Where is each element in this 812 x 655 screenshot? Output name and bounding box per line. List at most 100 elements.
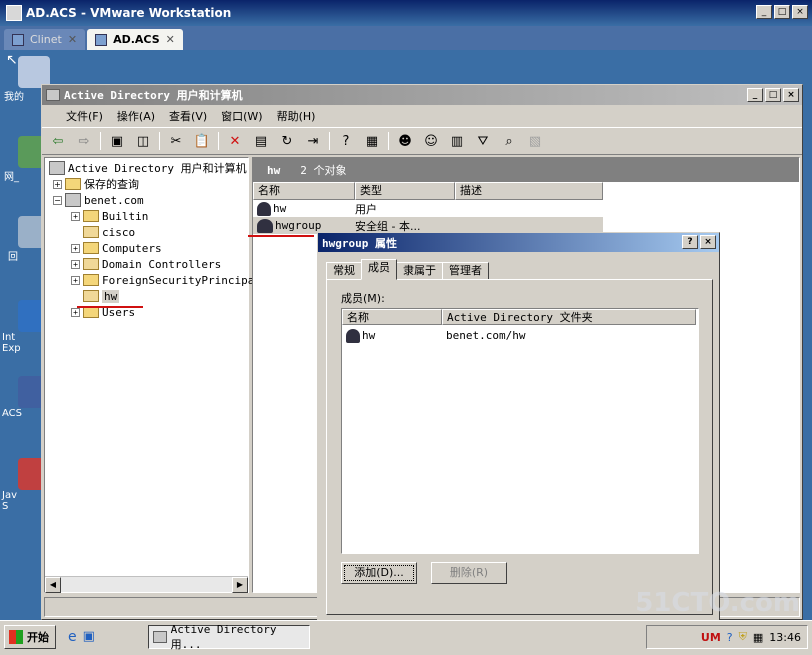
back-arrow-icon[interactable]: ⇦ — [48, 131, 68, 151]
tree-item-cisco[interactable]: cisco — [83, 224, 135, 240]
tree-label: benet.com — [84, 193, 144, 207]
show-desktop-icon[interactable]: ▣ — [83, 629, 95, 645]
help-tray-icon[interactable]: ? — [727, 631, 733, 644]
column-header-description[interactable]: 描述 — [455, 182, 603, 200]
expand-icon[interactable]: + — [71, 211, 80, 221]
menu-view[interactable]: 查看(V) — [169, 108, 207, 124]
console-tree-icon[interactable]: ▦ — [362, 131, 382, 151]
close-icon[interactable]: ✕ — [166, 33, 175, 46]
expand-icon[interactable]: + — [71, 275, 80, 285]
ad-users-icon — [46, 89, 60, 101]
um-tray-icon[interactable]: UM — [701, 631, 721, 644]
new-group-icon[interactable]: ☺ — [421, 131, 441, 151]
properties-icon[interactable]: ▤ — [251, 131, 271, 151]
forward-arrow-icon[interactable]: ⇨ — [74, 131, 94, 151]
cut-icon[interactable]: ✂ — [166, 131, 186, 151]
expand-icon[interactable]: + — [71, 307, 80, 317]
taskbar-item-ad-users[interactable]: Active Directory 用... — [148, 623, 310, 651]
expand-icon[interactable]: + — [71, 259, 80, 269]
tab-ad-acs[interactable]: AD.ACS ✕ — [87, 29, 183, 50]
folder-icon — [65, 178, 81, 190]
menu-file[interactable]: 文件(F) — [66, 108, 103, 124]
tab-member-of[interactable]: 隶属于 — [396, 262, 443, 280]
menu-help[interactable]: 帮助(H) — [277, 108, 316, 124]
ad-users-icon — [153, 631, 167, 643]
up-folder-icon[interactable]: ▣ — [107, 131, 127, 151]
folder-icon — [83, 210, 99, 222]
show-tree-icon[interactable]: ◫ — [133, 131, 153, 151]
maximize-button[interactable]: □ — [765, 88, 781, 102]
members-list[interactable]: 名称 Active Directory 文件夹 hw benet.com/hw — [341, 308, 699, 554]
tree-item-hw[interactable]: hw — [83, 288, 120, 304]
vm-icon — [95, 33, 108, 46]
close-button[interactable]: × — [792, 5, 808, 19]
tree-root[interactable]: Active Directory 用户和计算机 — [49, 160, 247, 176]
tree-label: 保存的查询 — [84, 178, 139, 191]
paste-icon[interactable]: 📋 — [192, 131, 212, 151]
tree-horizontal-scrollbar[interactable]: ◀ ▶ — [45, 576, 248, 593]
security-tray-icon[interactable]: ⛨ — [739, 630, 747, 644]
tree-item-builtin[interactable]: + Builtin — [71, 208, 148, 224]
toolbar-separator — [100, 132, 101, 150]
tree-label: Computers — [102, 241, 162, 255]
delete-icon[interactable]: ✕ — [225, 131, 245, 151]
add-button[interactable]: 添加(D)... — [341, 562, 417, 584]
expand-icon[interactable]: + — [53, 179, 62, 189]
export-list-icon[interactable]: ⇥ — [303, 131, 323, 151]
add-to-group-icon[interactable]: ▧ — [525, 131, 545, 151]
annotation-underline — [248, 235, 314, 237]
new-user-icon[interactable]: ☻ — [395, 131, 415, 151]
list-item[interactable]: hw 用户 — [253, 200, 799, 217]
members-tab-panel: 成员(M): 名称 Active Directory 文件夹 hw benet.… — [326, 279, 713, 615]
tree-label: hw — [102, 289, 120, 303]
tab-general[interactable]: 常规 — [326, 262, 362, 280]
collapse-icon[interactable]: − — [53, 195, 62, 205]
tree-label: Active Directory 用户和计算机 — [68, 162, 247, 175]
find-icon[interactable]: ⌕ — [499, 131, 519, 151]
tree-label: cisco — [102, 225, 136, 239]
member-row[interactable]: hw benet.com/hw — [342, 327, 698, 344]
tree-item-saved-queries[interactable]: + 保存的查询 — [53, 176, 139, 192]
new-ou-icon[interactable]: ▥ — [447, 131, 467, 151]
tree-item-domain-controllers[interactable]: + Domain Controllers — [71, 256, 221, 272]
quick-launch: e ▣ — [68, 629, 95, 645]
menu-window[interactable]: 窗口(W) — [221, 108, 262, 124]
help-icon[interactable]: ? — [336, 131, 356, 151]
scroll-right-icon[interactable]: ▶ — [232, 577, 248, 593]
close-button[interactable]: × — [700, 235, 716, 249]
column-header-type[interactable]: 类型 — [355, 182, 455, 200]
tree-item-foreign-security[interactable]: + ForeignSecurityPrincipal — [71, 272, 261, 288]
column-header-name[interactable]: 名称 — [342, 309, 442, 325]
column-header-name[interactable]: 名称 — [253, 182, 355, 200]
menu-action[interactable]: 操作(A) — [117, 108, 155, 124]
ou-folder-icon — [83, 226, 99, 238]
mmc-title-bar: Active Directory 用户和计算机 _ □ × — [42, 85, 802, 105]
network-tray-icon[interactable]: ▦ — [753, 631, 763, 644]
remove-button[interactable]: 删除(R) — [431, 562, 507, 584]
tab-clinet[interactable]: Clinet ✕ — [4, 29, 86, 50]
maximize-button[interactable]: □ — [774, 5, 790, 19]
help-button[interactable]: ? — [682, 235, 698, 249]
tab-managed-by[interactable]: 管理者 — [442, 262, 489, 280]
minimize-button[interactable]: _ — [756, 5, 772, 19]
ou-folder-icon — [83, 290, 99, 302]
vm-icon — [12, 33, 24, 46]
details-container-name: hw — [267, 163, 281, 177]
expand-icon[interactable]: + — [71, 243, 80, 253]
start-button[interactable]: 开始 — [4, 625, 56, 649]
filter-icon[interactable]: ⛛ — [473, 131, 493, 151]
vmware-tab-bar: Clinet ✕ AD.ACS ✕ — [0, 26, 812, 50]
close-icon[interactable]: ✕ — [68, 33, 77, 46]
tab-members[interactable]: 成员 — [361, 259, 397, 280]
internet-explorer-icon[interactable]: e — [68, 629, 77, 645]
refresh-icon[interactable]: ↻ — [277, 131, 297, 151]
scroll-left-icon[interactable]: ◀ — [45, 577, 61, 593]
column-header-folder[interactable]: Active Directory 文件夹 — [442, 309, 696, 325]
toolbar-separator — [218, 132, 219, 150]
tree-label: Domain Controllers — [102, 257, 222, 271]
close-button[interactable]: × — [783, 88, 799, 102]
tree-item-domain[interactable]: − benet.com — [53, 192, 144, 208]
tree-item-computers[interactable]: + Computers — [71, 240, 162, 256]
minimize-button[interactable]: _ — [747, 88, 763, 102]
start-label: 开始 — [27, 631, 49, 644]
